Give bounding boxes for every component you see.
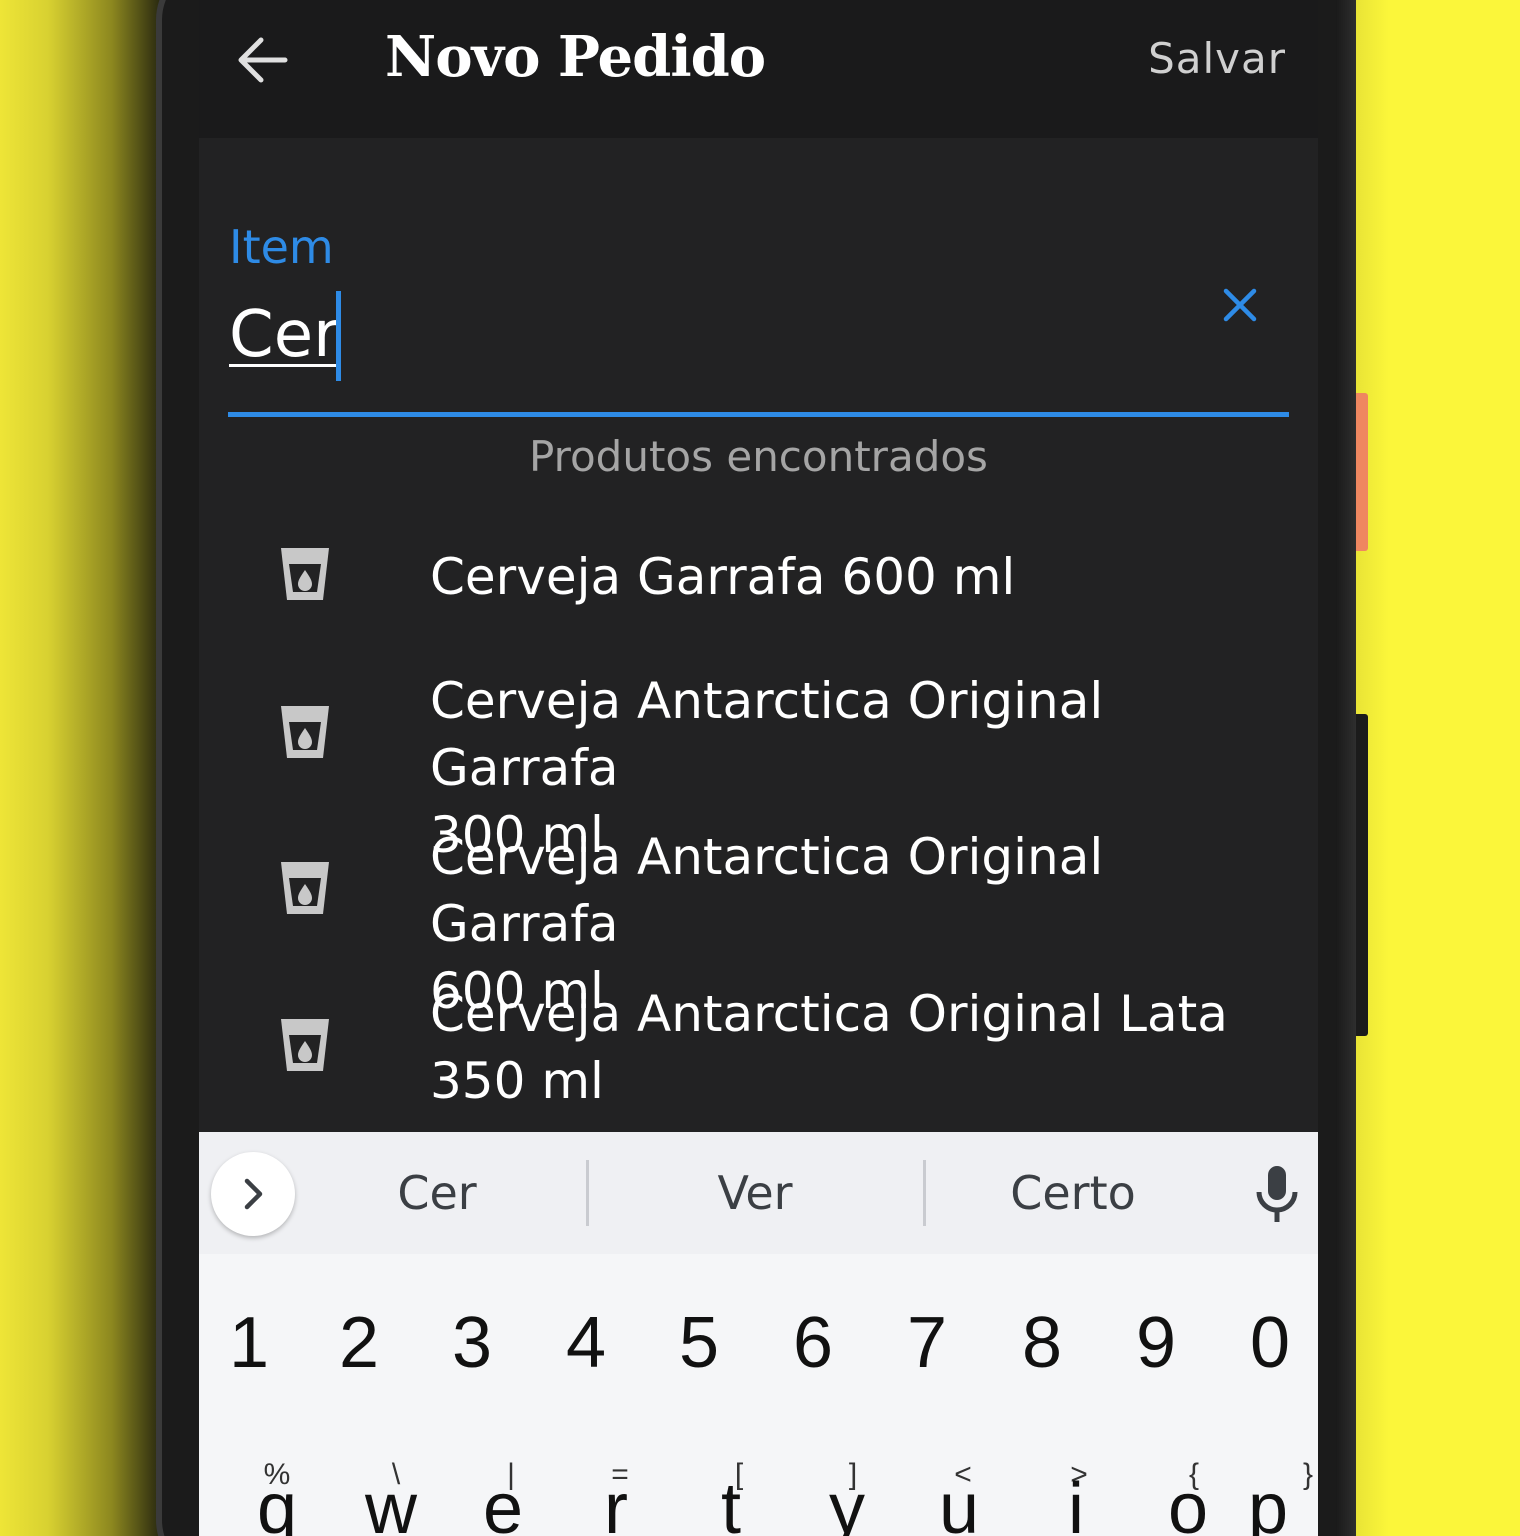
suggestion-divider xyxy=(586,1160,589,1226)
item-field-label: Item xyxy=(229,220,334,274)
key-q[interactable]: % q xyxy=(227,1458,327,1536)
chevron-right-icon xyxy=(244,1178,263,1210)
list-item-line1: Cerveja Antarctica Original Garrafa xyxy=(430,672,1104,797)
key-1[interactable]: 1 xyxy=(199,1302,299,1384)
key-9[interactable]: 9 xyxy=(1106,1302,1206,1384)
microphone-button[interactable] xyxy=(1253,1164,1301,1226)
key-i[interactable]: > i xyxy=(1026,1458,1126,1536)
background-right xyxy=(1356,0,1520,1536)
key-2[interactable]: 2 xyxy=(309,1302,409,1384)
key-letter: w xyxy=(365,1469,417,1536)
microphone-icon xyxy=(1256,1166,1298,1222)
drink-cup-icon xyxy=(281,548,329,600)
phone-screen: Novo Pedido Salvar Item Cer Produtos enc… xyxy=(199,0,1318,1536)
input-underline xyxy=(228,412,1289,417)
key-6[interactable]: 6 xyxy=(763,1302,863,1384)
list-item[interactable]: Cerveja Garrafa 600 ml xyxy=(199,540,1318,640)
save-button[interactable]: Salvar xyxy=(1148,34,1286,83)
key-letter: y xyxy=(829,1469,865,1536)
key-letter: p xyxy=(1247,1469,1289,1536)
key-3[interactable]: 3 xyxy=(422,1302,522,1384)
phone-edge xyxy=(1336,0,1356,1536)
item-search-input[interactable]: Cer xyxy=(229,298,339,372)
list-item-label: Cerveja Antarctica Original Lata 350 ml xyxy=(430,981,1250,1115)
drink-cup-icon xyxy=(281,706,329,758)
arrow-left-icon xyxy=(238,37,288,83)
key-5[interactable]: 5 xyxy=(649,1302,749,1384)
list-item[interactable]: Cerveja Antarctica Original Garrafa 600 … xyxy=(199,824,1318,1020)
app-bar: Novo Pedido Salvar xyxy=(199,0,1318,138)
results-heading: Produtos encontrados xyxy=(529,432,988,481)
key-r[interactable]: = r xyxy=(566,1458,666,1536)
key-u[interactable]: < u xyxy=(909,1458,1009,1536)
list-item-label: Cerveja Garrafa 600 ml xyxy=(430,548,1016,606)
key-e[interactable]: | e xyxy=(453,1458,553,1536)
suggestion-1[interactable]: Cer xyxy=(277,1166,597,1220)
key-letter: u xyxy=(938,1469,980,1536)
phone-volume-button xyxy=(1356,714,1368,1036)
suggestion-bar: Cer Ver Certo xyxy=(199,1132,1318,1254)
background-left xyxy=(0,0,160,1536)
key-letter: t xyxy=(720,1469,741,1536)
list-item-line1: Cerveja Antarctica Original Garrafa xyxy=(430,828,1104,953)
key-y[interactable]: ] y xyxy=(797,1458,897,1536)
list-item[interactable]: Cerveja Antarctica Original Garrafa 300 … xyxy=(199,668,1318,864)
key-w[interactable]: \ w xyxy=(341,1458,441,1536)
list-item-line2: 350 ml xyxy=(430,1052,604,1110)
key-8[interactable]: 8 xyxy=(992,1302,1092,1384)
key-p[interactable]: } p xyxy=(1218,1458,1318,1536)
phone-side-button xyxy=(1356,393,1368,551)
key-letter: i xyxy=(1068,1469,1084,1536)
key-t[interactable]: [ t xyxy=(681,1458,781,1536)
list-item[interactable]: Cerveja Antarctica Original Lata 350 ml xyxy=(199,981,1318,1121)
key-4[interactable]: 4 xyxy=(536,1302,636,1384)
suggestion-2[interactable]: Ver xyxy=(595,1166,915,1220)
key-letter: q xyxy=(256,1469,298,1536)
key-letter: e xyxy=(482,1469,524,1536)
key-7[interactable]: 7 xyxy=(877,1302,977,1384)
close-icon xyxy=(1223,288,1257,322)
clear-button[interactable] xyxy=(1219,284,1261,326)
key-letter: r xyxy=(604,1469,628,1536)
drink-cup-icon xyxy=(281,1019,329,1071)
page-title: Novo Pedido xyxy=(385,24,766,90)
list-item-line1: Cerveja Antarctica Original Lata xyxy=(430,985,1228,1043)
text-cursor xyxy=(336,291,341,381)
key-0[interactable]: 0 xyxy=(1220,1302,1318,1384)
suggestion-3[interactable]: Certo xyxy=(913,1166,1233,1220)
drink-cup-icon xyxy=(281,862,329,914)
back-button[interactable] xyxy=(235,32,291,88)
